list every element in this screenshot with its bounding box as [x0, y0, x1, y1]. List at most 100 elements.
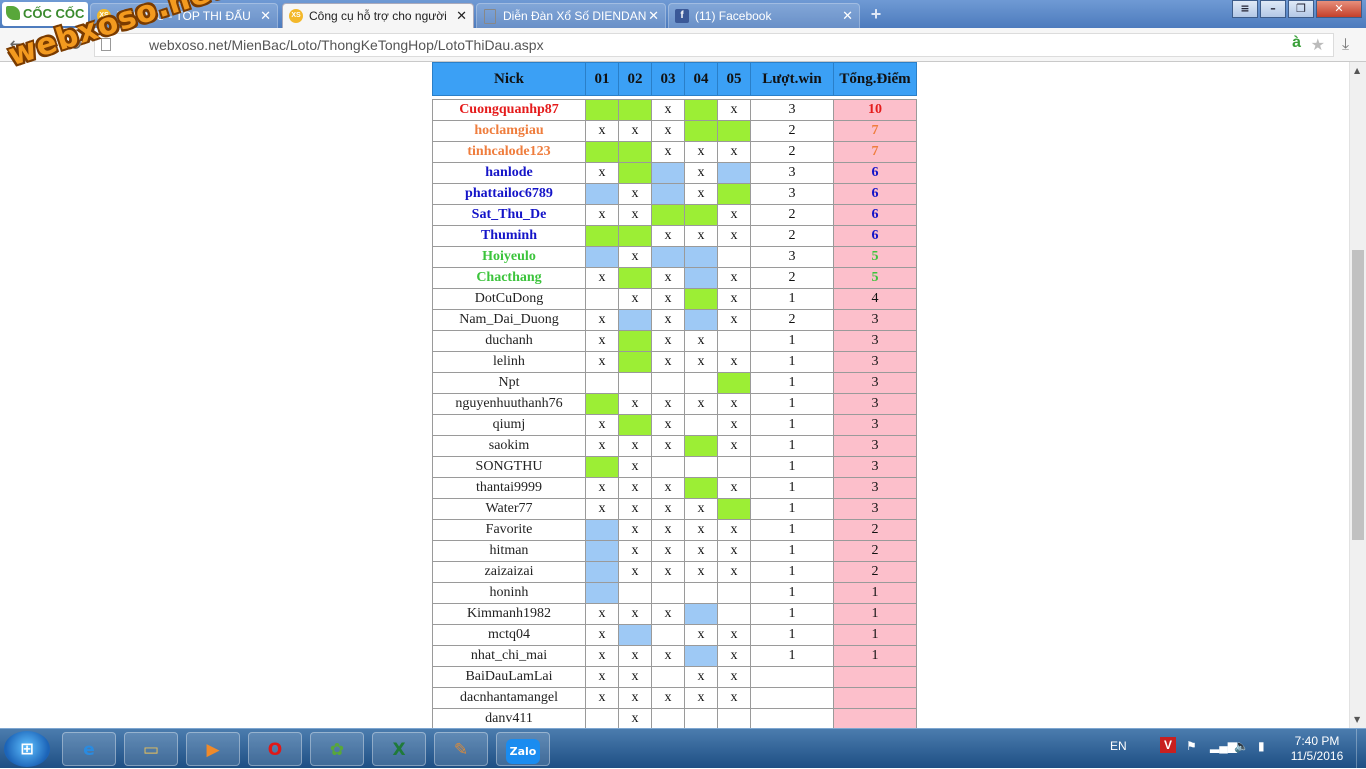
player-nick[interactable]: Chacthang	[432, 267, 586, 289]
round-cell	[618, 372, 652, 394]
round-cell: x	[684, 561, 718, 583]
show-desktop-button[interactable]	[1356, 729, 1366, 769]
round-cell	[717, 372, 751, 394]
media-player-icon[interactable]: ▶	[186, 732, 240, 766]
round-cell	[717, 330, 751, 352]
player-nick[interactable]: nguyenhuuthanh76	[432, 393, 586, 415]
scroll-down-arrow-icon[interactable]: ▼	[1354, 715, 1360, 724]
player-nick[interactable]: thantai9999	[432, 477, 586, 499]
player-nick[interactable]: Nam_Dai_Duong	[432, 309, 586, 331]
round-cell: x	[717, 267, 751, 289]
tab-dien-dan[interactable]: Diễn Đàn Xổ Số DIENDAN ✕	[476, 3, 666, 28]
total-score: 1	[833, 603, 917, 625]
player-nick[interactable]: tinhcalode123	[432, 141, 586, 163]
player-nick[interactable]: saokim	[432, 435, 586, 457]
player-nick[interactable]: Favorite	[432, 519, 586, 541]
tab-facebook[interactable]: f (11) Facebook ✕	[668, 3, 860, 28]
round-cell: x	[717, 204, 751, 226]
system-clock[interactable]: 7:40 PM 11/5/2016	[1282, 734, 1352, 764]
vertical-scrollbar[interactable]: ▲ ▼	[1349, 62, 1366, 728]
player-nick[interactable]: Kimmanh1982	[432, 603, 586, 625]
round-cell	[585, 99, 619, 121]
download-icon[interactable]: ⤓	[1342, 34, 1349, 54]
typing-tool-icon[interactable]: à	[1292, 34, 1301, 52]
round-cell: x	[618, 246, 652, 268]
table-row: hanlode x x 3 6	[432, 162, 917, 184]
scroll-up-arrow-icon[interactable]: ▲	[1354, 66, 1360, 75]
scrollbar-thumb[interactable]	[1352, 250, 1364, 540]
player-nick[interactable]: Thuminh	[432, 225, 586, 247]
player-nick[interactable]: Npt	[432, 372, 586, 394]
total-score	[833, 708, 917, 730]
menu-icon[interactable]: ≡	[1232, 0, 1258, 18]
player-nick[interactable]: hanlode	[432, 162, 586, 184]
player-nick[interactable]: Hoiyeulo	[432, 246, 586, 268]
new-tab-button[interactable]: +	[866, 4, 886, 24]
antivirus-icon[interactable]: V	[1160, 737, 1176, 753]
player-nick[interactable]: SONGTHU	[432, 456, 586, 478]
signal-icon[interactable]: ▂▄▆	[1210, 739, 1237, 753]
table-row: hitman x x x x 1 2	[432, 540, 917, 562]
table-row: nhat_chi_mai x x x x 1 1	[432, 645, 917, 667]
win-count: 1	[750, 330, 834, 352]
win-count: 1	[750, 582, 834, 604]
player-nick[interactable]: zaizaizai	[432, 561, 586, 583]
zalo-icon[interactable]: Zalo	[496, 732, 550, 766]
battery-icon[interactable]: ▮	[1258, 739, 1265, 753]
close-icon[interactable]: ✕	[260, 4, 271, 28]
close-window-button[interactable]: ✕	[1316, 0, 1362, 18]
player-nick[interactable]: lelinh	[432, 351, 586, 373]
close-icon[interactable]: ✕	[842, 4, 853, 28]
round-cell: x	[717, 540, 751, 562]
bookmark-star-icon[interactable]: ★	[1311, 35, 1325, 54]
table-row: qiumj x x x 1 3	[432, 414, 917, 436]
round-cell: x	[717, 393, 751, 415]
tab-cong-cu[interactable]: XS Công cụ hỗ trợ cho người ✕	[282, 3, 474, 28]
volume-icon[interactable]: 🔈	[1234, 739, 1249, 753]
minimize-button[interactable]: –	[1260, 0, 1286, 18]
round-cell: x	[651, 225, 685, 247]
player-nick[interactable]: qiumj	[432, 414, 586, 436]
round-cell	[684, 477, 718, 499]
win-count: 3	[750, 162, 834, 184]
restore-button[interactable]: ❐	[1288, 0, 1314, 18]
round-cell: x	[651, 603, 685, 625]
flag-icon[interactable]: ⚑	[1186, 739, 1197, 753]
paint-icon[interactable]: ✎	[434, 732, 488, 766]
total-score: 6	[833, 204, 917, 226]
round-cell	[684, 204, 718, 226]
player-nick[interactable]: Water77	[432, 498, 586, 520]
close-icon[interactable]: ✕	[648, 4, 659, 28]
excel-icon[interactable]: X	[372, 732, 426, 766]
loto-results-table: Nick 01 02 03 04 05 Lượt.win Tổng.Điểm Cuongqua…	[432, 62, 917, 730]
table-row: Npt 1 3	[432, 372, 917, 394]
xs-favicon-icon: XS	[289, 9, 303, 23]
player-nick[interactable]: BaiDauLamLai	[432, 666, 586, 688]
internet-explorer-icon[interactable]: e	[62, 732, 116, 766]
close-icon[interactable]: ✕	[456, 4, 467, 28]
player-nick[interactable]: phattailoc6789	[432, 183, 586, 205]
player-nick[interactable]: dacnhantamangel	[432, 687, 586, 709]
player-nick[interactable]: Cuongquanhp87	[432, 99, 586, 121]
file-explorer-icon[interactable]: ▭	[124, 732, 178, 766]
coccoc-icon[interactable]: ✿	[310, 732, 364, 766]
player-nick[interactable]: DotCuDong	[432, 288, 586, 310]
player-nick[interactable]: mctq04	[432, 624, 586, 646]
player-nick[interactable]: hitman	[432, 540, 586, 562]
player-nick[interactable]: hoclamgiau	[432, 120, 586, 142]
opera-icon[interactable]: O	[248, 732, 302, 766]
player-nick[interactable]: honinh	[432, 582, 586, 604]
round-cell: x	[717, 309, 751, 331]
total-score: 2	[833, 519, 917, 541]
start-button[interactable]: ⊞	[4, 731, 50, 767]
player-nick[interactable]: Sat_Thu_De	[432, 204, 586, 226]
address-bar[interactable]: webxoso.net/MienBac/Loto/ThongKeTongHop/…	[94, 33, 1334, 57]
language-indicator[interactable]: EN	[1110, 739, 1127, 753]
player-nick[interactable]: duchanh	[432, 330, 586, 352]
round-cell	[684, 288, 718, 310]
round-cell: x	[585, 309, 619, 331]
player-nick[interactable]: nhat_chi_mai	[432, 645, 586, 667]
url-text[interactable]: webxoso.net/MienBac/Loto/ThongKeTongHop/…	[149, 37, 544, 53]
player-nick[interactable]: danv411	[432, 708, 586, 730]
round-cell: x	[618, 183, 652, 205]
